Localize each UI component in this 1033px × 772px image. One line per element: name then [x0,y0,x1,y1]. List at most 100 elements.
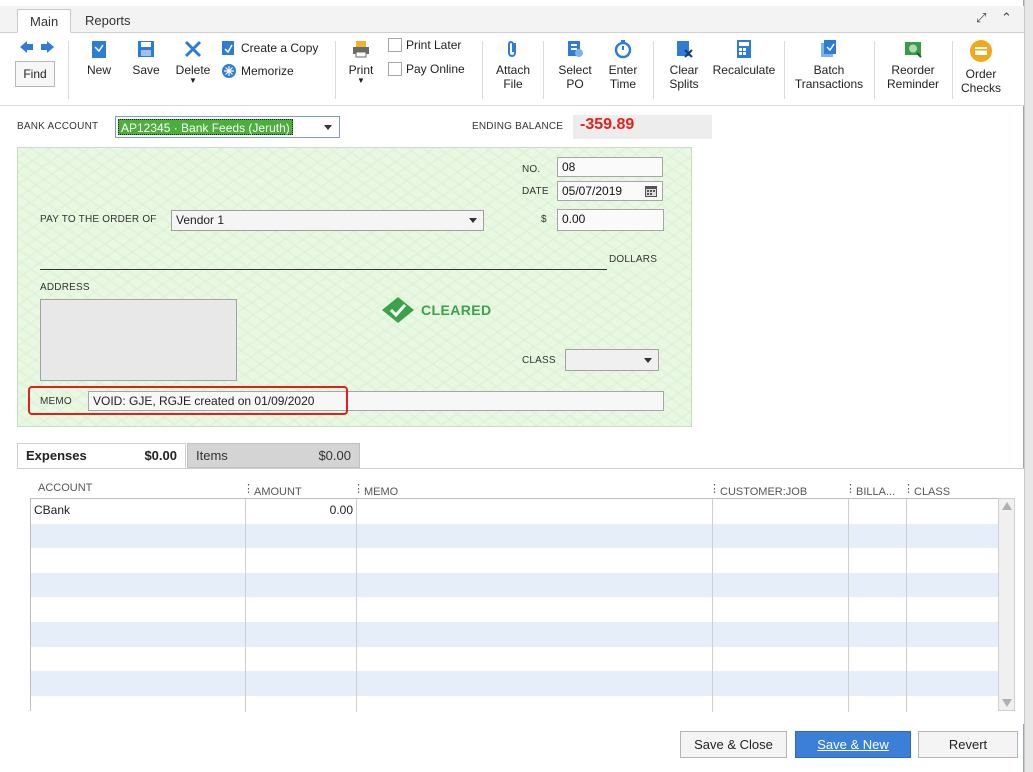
col-divider [356,499,357,712]
items-total: $0.00 [318,448,351,463]
row-amount[interactable]: 0.00 [251,503,353,517]
date-value: 05/07/2019 [562,184,623,198]
expenses-total: $0.00 [144,448,177,463]
new-button[interactable]: New [80,39,118,77]
collapse-ribbon-icon[interactable]: ⌃ [1001,10,1012,26]
grid-header: ACCOUNT ⋮ AMOUNT ⋮ MEMO ⋮ CUSTOMER:JOB ⋮… [30,478,1015,498]
table-row[interactable] [31,572,999,598]
table-row[interactable] [31,695,999,711]
col-divider [848,499,849,712]
batch-label-1: Batch [813,63,845,77]
memo-highlight-box [28,386,348,415]
order-checks-label-1: Order [965,67,997,81]
revert-button[interactable]: Revert [918,731,1018,758]
tab-expenses[interactable]: Expenses $0.00 [17,443,186,468]
scroll-up-icon[interactable] [1002,502,1012,510]
payee-value: Vendor 1 [176,213,225,227]
window-right-edge [1024,0,1033,772]
table-row[interactable] [31,523,999,549]
expand-icon[interactable]: ⤢ [976,10,986,26]
order-checks-button[interactable]: Order Checks [958,39,1004,95]
save-disk-icon [138,41,154,57]
tab-reports[interactable]: Reports [73,9,143,33]
col-divider [906,499,907,712]
select-po-button[interactable]: Select PO [553,39,597,91]
cleared-check-icon [382,297,414,323]
check-no-field[interactable]: 08 [557,157,663,177]
print-button[interactable]: Print ▼ [344,39,378,85]
batch-icon [821,40,836,57]
items-tab-label: Items [196,448,228,463]
attach-label-1: Attach [495,63,531,77]
select-po-label-2: PO [566,77,584,91]
save-button[interactable]: Save [126,39,166,77]
save-new-button[interactable]: Save & New [795,731,911,758]
enter-time-button[interactable]: Enter Time [601,39,645,91]
date-field[interactable]: 05/07/2019 [557,181,663,201]
col-amount[interactable]: ⋮ AMOUNT [243,482,302,498]
date-label: DATE [522,186,549,197]
table-row[interactable] [31,622,999,647]
table-row[interactable] [31,548,999,573]
calendar-icon[interactable] [645,185,657,197]
pay-to-label: PAY TO THE ORDER OF [40,214,157,225]
payee-select[interactable]: Vendor 1 [171,210,484,231]
col-customer-job[interactable]: ⋮ CUSTOMER:JOB [709,482,807,498]
col-divider [245,499,246,712]
toolbar: Find New Save Delete ▼ Create a Copy Mem… [0,33,1024,106]
bank-account-select[interactable]: AP12345 · Bank Feeds (Jeruth) [115,116,340,138]
tab-main[interactable]: Main [17,9,72,33]
col-account[interactable]: ACCOUNT [38,482,92,494]
enter-time-label-1: Enter [608,63,638,77]
copy-icon [222,41,234,55]
table-row[interactable] [31,646,999,672]
attach-file-button[interactable]: Attach File [490,39,536,91]
enter-time-label-2: Time [609,77,637,91]
tab-main-label: Main [30,14,59,29]
create-copy-button[interactable]: Create a Copy [221,40,318,56]
toolbar-divider [68,41,69,99]
row-account[interactable]: CBank [34,503,70,517]
amount-field[interactable]: 0.00 [557,209,664,231]
calculator-icon [737,40,751,58]
tab-items[interactable]: Items $0.00 [187,443,360,468]
pay-online-box[interactable] [388,62,402,76]
delete-button[interactable]: Delete ▼ [172,39,214,85]
reorder-icon [905,42,922,58]
col-memo[interactable]: ⋮ MEMO [353,482,398,498]
table-row[interactable]: CBank 0.00 [31,499,999,524]
chevron-down-icon [324,125,332,130]
save-close-button[interactable]: Save & Close [680,731,787,758]
print-later-checkbox[interactable]: Print Later [388,38,461,52]
col-divider [712,499,713,712]
bank-account-value: AP12345 · Bank Feeds (Jeruth) [118,119,293,135]
clear-splits-button[interactable]: Clear Splits [662,39,706,91]
memorize-label: Memorize [241,64,294,78]
order-checks-label-2: Checks [960,81,1001,95]
prev-next-arrows-icon[interactable] [18,40,56,54]
recalculate-button[interactable]: Recalculate [710,39,778,77]
scroll-down-icon[interactable] [1002,699,1012,707]
col-billable-label: BILLA... [856,486,896,498]
toolbar-divider [874,41,875,99]
vertical-scrollbar[interactable] [998,498,1015,711]
save-new-label: Save & New [817,737,889,752]
class-select[interactable] [565,349,659,371]
reorder-label-2: Reminder [886,77,940,91]
col-billable[interactable]: ⋮ BILLA... [845,482,895,498]
batch-label-2: Transactions [794,77,864,91]
table-row[interactable] [31,671,999,696]
batch-transactions-button[interactable]: Batch Transactions [792,39,866,91]
stopwatch-icon [614,40,632,59]
ribbon-tabbar: Main Reports ⤢ ⌃ [0,6,1024,33]
find-button[interactable]: Find [15,61,55,87]
pay-online-checkbox[interactable]: Pay Online [388,62,465,76]
toolbar-divider [952,41,953,99]
reorder-reminder-button[interactable]: Reorder Reminder [880,39,946,91]
write-checks-window: Main Reports ⤢ ⌃ Find New Save Delete ▼ … [0,0,1024,772]
col-class[interactable]: ⋮ CLASS [903,482,950,498]
print-later-box[interactable] [388,38,402,52]
memorize-button[interactable]: Memorize [221,63,294,79]
table-row[interactable] [31,597,999,622]
address-field[interactable] [40,299,237,381]
